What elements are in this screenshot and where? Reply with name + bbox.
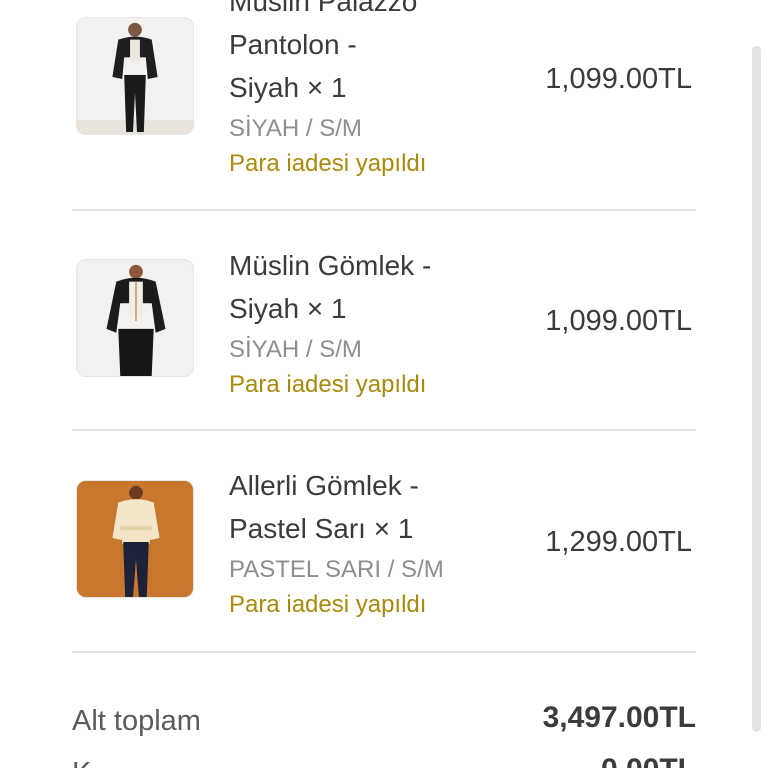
item-info: Allerli Gömlek - Pastel Sarı × 1 PASTEL … — [229, 464, 519, 622]
subtotal-label: Alt toplam — [72, 705, 201, 737]
divider — [72, 429, 696, 431]
subtotal-row: Alt toplam 3,497.00TL — [72, 701, 696, 745]
scrollbar[interactable] — [752, 46, 761, 732]
item-price: 1,299.00TL — [545, 526, 692, 558]
order-item-3[interactable]: Allerli Gömlek - Pastel Sarı × 1 PASTEL … — [72, 440, 696, 660]
item-info: Müslin Palazzo Pantolon - Siyah × 1 SİYA… — [229, 0, 519, 181]
order-items-view: Müslin Palazzo Pantolon - Siyah × 1 SİYA… — [0, 0, 768, 768]
order-item-2[interactable]: Müslin Gömlek - Siyah × 1 SİYAH / S/M Pa… — [72, 220, 696, 440]
product-image[interactable] — [76, 17, 194, 135]
product-image[interactable] — [76, 259, 194, 377]
black-trousers-outfit-image — [77, 18, 193, 134]
item-price: 1,099.00TL — [545, 305, 692, 337]
item-variant: SİYAH / S/M — [229, 336, 362, 363]
item-price: 1,099.00TL — [545, 63, 692, 95]
item-title-line: Müslin Palazzo — [229, 0, 418, 17]
item-info: Müslin Gömlek - Siyah × 1 SİYAH / S/M Pa… — [229, 244, 519, 402]
refund-status: Para iadesi yapıldı — [229, 150, 427, 177]
item-title-line: Siyah × 1 — [229, 72, 347, 103]
refund-status: Para iadesi yapıldı — [229, 371, 427, 398]
item-title-line: Allerli Gömlek - — [229, 470, 419, 501]
item-title-line: Pastel Sarı × 1 — [229, 513, 414, 544]
item-title-line: Siyah × 1 — [229, 293, 347, 324]
item-title-line: Pantolon - — [229, 29, 357, 60]
summary-label: K — [72, 757, 91, 768]
summary-row-partial: K 0,00TL — [72, 753, 696, 768]
item-title-line: Müslin Gömlek - — [229, 250, 432, 281]
order-item-1[interactable]: Müslin Palazzo Pantolon - Siyah × 1 SİYA… — [72, 0, 696, 220]
divider — [72, 651, 696, 653]
item-variant: SİYAH / S/M — [229, 115, 362, 142]
divider — [72, 209, 696, 211]
item-variant: PASTEL SARI / S/M — [229, 556, 444, 583]
refund-status: Para iadesi yapıldı — [229, 591, 427, 618]
subtotal-value: 3,497.00TL — [542, 701, 696, 734]
product-image[interactable] — [76, 480, 194, 598]
pastel-yellow-shirt-outfit-image — [77, 481, 193, 597]
summary-value: 0,00TL — [601, 753, 696, 768]
black-shirt-outfit-image — [77, 260, 193, 376]
